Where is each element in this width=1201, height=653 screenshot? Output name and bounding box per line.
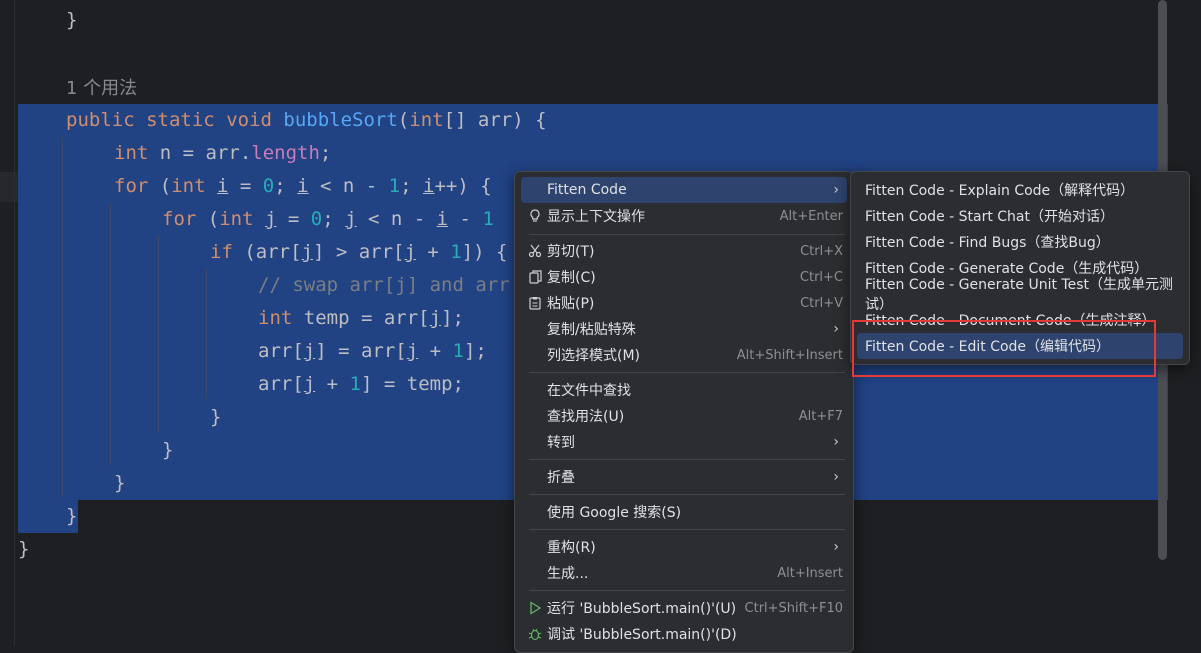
gutter-divider (14, 0, 15, 646)
menu-item-label: 使用 Google 搜索(S) (547, 505, 682, 521)
menu-separator (529, 494, 845, 495)
menu-item-label: 运行 'BubbleSort.main()'(U) (547, 601, 737, 617)
menu-item-column-selection-mode[interactable]: 列选择模式(M) Alt+Shift+Insert (521, 342, 847, 368)
submenu-item-find-bugs[interactable]: Fitten Code - Find Bugs（查找Bug） (857, 229, 1183, 255)
menu-item-shortcut: Alt+Shift+Insert (736, 347, 843, 363)
menu-separator (529, 372, 845, 373)
debug-icon (527, 626, 543, 642)
code-line: } (66, 505, 78, 527)
code-line: } (162, 439, 174, 461)
menu-item-cut[interactable]: 剪切(T) Ctrl+X (521, 238, 847, 264)
menu-item-find-in-files[interactable]: 在文件中查找 (521, 377, 847, 403)
menu-item-goto[interactable]: 转到 › (521, 429, 847, 455)
menu-item-label: 转到 (547, 435, 575, 451)
code-line: } (18, 538, 30, 560)
menu-item-label: 在文件中查找 (547, 383, 631, 399)
menu-item-folding[interactable]: 折叠 › (521, 464, 847, 490)
code-line-comment: // swap arr[j] and arr (258, 274, 510, 296)
menu-item-refactor[interactable]: 重构(R) › (521, 534, 847, 560)
menu-separator (529, 529, 845, 530)
menu-item-fitten-code[interactable]: Fitten Code › (521, 177, 847, 203)
copy-icon (527, 269, 543, 285)
chevron-right-icon: › (833, 539, 839, 555)
menu-item-shortcut: Alt+Enter (779, 208, 843, 224)
menu-item-label: Fitten Code (547, 182, 627, 198)
menu-separator (529, 234, 845, 235)
paste-icon (527, 295, 543, 311)
chevron-right-icon: › (833, 434, 839, 450)
menu-item-paste[interactable]: 粘贴(P) Ctrl+V (521, 290, 847, 316)
menu-item-label: 复制/粘贴特殊 (547, 322, 636, 338)
annotation-highlight-box (852, 320, 1156, 377)
current-line-highlight (0, 172, 18, 202)
code-line: } (66, 9, 78, 31)
usage-hint[interactable]: 1 个用法 (66, 74, 137, 100)
menu-item-label: 折叠 (547, 470, 575, 486)
code-line: } (210, 406, 222, 428)
menu-item-shortcut: Ctrl+V (800, 295, 843, 311)
menu-item-search-google[interactable]: 使用 Google 搜索(S) (521, 499, 847, 525)
menu-item-shortcut: Ctrl+X (800, 243, 843, 259)
menu-item-label: 查找用法(U) (547, 409, 625, 425)
submenu-item-generate-unit-test[interactable]: Fitten Code - Generate Unit Test（生成单元测试） (857, 277, 1183, 313)
menu-item-run-main[interactable]: 运行 'BubbleSort.main()'(U) Ctrl+Shift+F10 (521, 595, 847, 621)
code-line: if (arr[j] > arr[j + 1]) { (210, 241, 508, 263)
menu-item-find-usages[interactable]: 查找用法(U) Alt+F7 (521, 403, 847, 429)
code-line: for (int i = 0; i < n - 1; i++) { (114, 175, 492, 197)
menu-item-show-context-actions[interactable]: 显示上下文操作 Alt+Enter (521, 203, 847, 229)
menu-item-label: 重构(R) (547, 540, 596, 556)
menu-item-generate[interactable]: 生成... Alt+Insert (521, 560, 847, 586)
menu-item-label: 复制(C) (547, 270, 596, 286)
menu-item-debug-main[interactable]: 调试 'BubbleSort.main()'(D) (521, 621, 847, 647)
menu-item-shortcut: Alt+F7 (798, 408, 843, 424)
indent-guide (158, 236, 159, 432)
menu-item-copy[interactable]: 复制(C) Ctrl+C (521, 264, 847, 290)
code-line: } (114, 472, 126, 494)
code-line: int temp = arr[j]; (258, 307, 464, 329)
chevron-right-icon: › (833, 182, 839, 198)
menu-item-shortcut: Ctrl+C (799, 269, 843, 285)
code-line: arr[j] = arr[j + 1]; (258, 340, 487, 362)
indent-guide (62, 137, 63, 497)
submenu-item-start-chat[interactable]: Fitten Code - Start Chat（开始对话） (857, 203, 1183, 229)
chevron-right-icon: › (833, 469, 839, 485)
scissors-icon (527, 243, 543, 259)
menu-item-label: 生成... (547, 566, 589, 582)
menu-separator (529, 590, 845, 591)
code-line: int n = arr.length; (114, 142, 332, 164)
code-line: for (int j = 0; j < n - i - 1 (162, 208, 494, 230)
menu-item-label: 显示上下文操作 (547, 209, 645, 225)
lightbulb-icon (527, 208, 543, 224)
menu-item-label: 列选择模式(M) (547, 348, 641, 364)
code-line: arr[j + 1] = temp; (258, 373, 464, 395)
menu-item-copy-paste-special[interactable]: 复制/粘贴特殊 › (521, 316, 847, 342)
submenu-item-explain-code[interactable]: Fitten Code - Explain Code（解释代码） (857, 177, 1183, 203)
code-line-signature: public static void bubbleSort(int[] arr)… (66, 109, 547, 131)
menu-item-shortcut: Ctrl+Shift+F10 (744, 600, 843, 616)
menu-item-label: 剪切(T) (547, 244, 595, 260)
indent-guide (206, 269, 207, 399)
context-menu: Fitten Code › 显示上下文操作 Alt+Enter 剪切(T) Ct… (514, 171, 854, 653)
run-icon (527, 600, 543, 616)
indent-guide (110, 203, 111, 465)
menu-separator (529, 459, 845, 460)
menu-item-label: 粘贴(P) (547, 296, 595, 312)
chevron-right-icon: › (833, 321, 839, 337)
menu-item-label: 调试 'BubbleSort.main()'(D) (547, 627, 737, 643)
menu-item-shortcut: Alt+Insert (777, 565, 843, 581)
